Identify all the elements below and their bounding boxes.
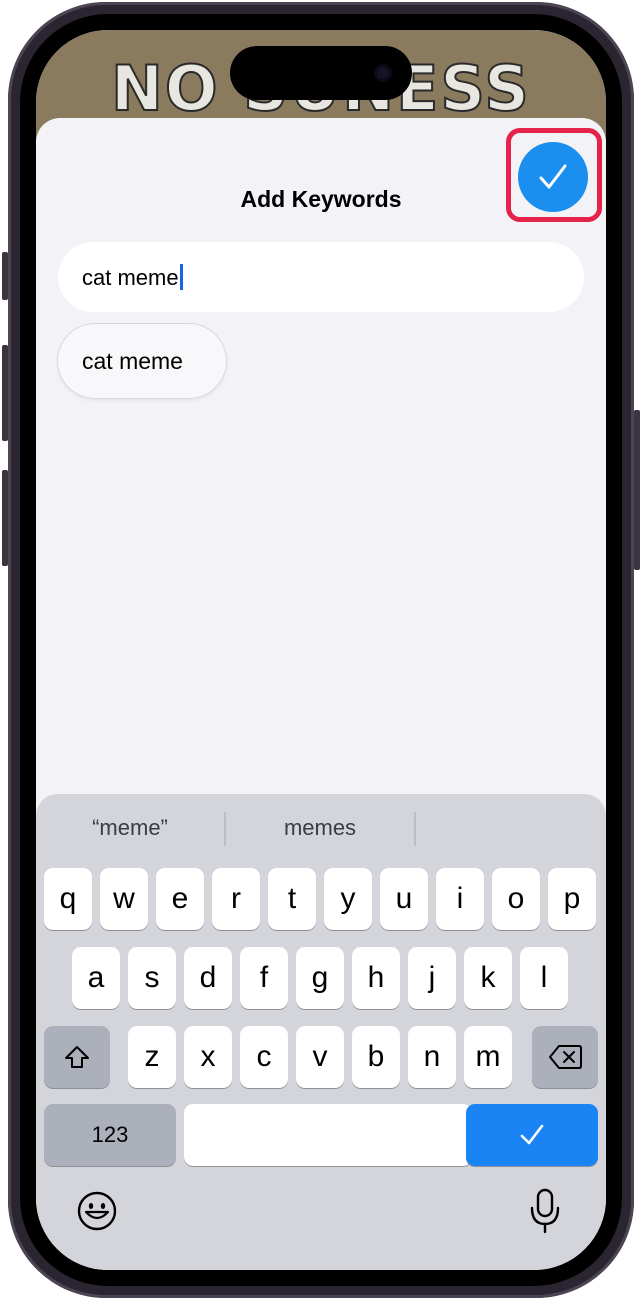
camera-icon	[374, 64, 392, 82]
key-k[interactable]: k	[464, 947, 512, 1009]
key-c[interactable]: c	[240, 1026, 288, 1088]
volume-up-button	[2, 345, 8, 441]
key-j[interactable]: j	[408, 947, 456, 1009]
key-a[interactable]: a	[72, 947, 120, 1009]
key-o[interactable]: o	[492, 868, 540, 930]
shift-key[interactable]	[44, 1026, 110, 1088]
key-s[interactable]: s	[128, 947, 176, 1009]
key-q[interactable]: q	[44, 868, 92, 930]
delete-key[interactable]	[532, 1026, 598, 1088]
text-cursor	[179, 264, 183, 290]
key-z[interactable]: z	[128, 1026, 176, 1088]
key-d[interactable]: d	[184, 947, 232, 1009]
key-l[interactable]: l	[520, 947, 568, 1009]
key-i[interactable]: i	[436, 868, 484, 930]
key-u[interactable]: u	[380, 868, 428, 930]
power-button	[634, 410, 640, 570]
key-g[interactable]: g	[296, 947, 344, 1009]
key-b[interactable]: b	[352, 1026, 400, 1088]
microphone-icon	[530, 1188, 560, 1234]
prediction-1[interactable]: “meme”	[36, 815, 224, 841]
key-w[interactable]: w	[100, 868, 148, 930]
volume-down-button	[2, 470, 8, 566]
dictation-button[interactable]	[528, 1188, 562, 1234]
prediction-divider	[414, 812, 416, 846]
emoji-button[interactable]	[76, 1190, 118, 1232]
key-t[interactable]: t	[268, 868, 316, 930]
space-key[interactable]	[184, 1104, 472, 1166]
key-f[interactable]: f	[240, 947, 288, 1009]
key-y[interactable]: y	[324, 868, 372, 930]
screen: NO SUNESS Add Keywords cat meme cat meme…	[36, 30, 606, 1270]
action-button	[2, 252, 8, 300]
checkmark-icon	[520, 1124, 544, 1145]
return-done-key[interactable]	[466, 1104, 598, 1166]
keyword-input-text: cat meme	[82, 264, 183, 291]
keyword-input-value: cat meme	[82, 265, 179, 290]
key-h[interactable]: h	[352, 947, 400, 1009]
backspace-icon	[549, 1045, 582, 1069]
key-n[interactable]: n	[408, 1026, 456, 1088]
prediction-2[interactable]: memes	[226, 815, 414, 841]
key-v[interactable]: v	[296, 1026, 344, 1088]
key-r[interactable]: r	[212, 868, 260, 930]
key-m[interactable]: m	[464, 1026, 512, 1088]
key-x[interactable]: x	[184, 1026, 232, 1088]
numbers-key[interactable]: 123	[44, 1104, 176, 1166]
shift-icon	[65, 1046, 89, 1068]
numbers-key-label: 123	[91, 1122, 129, 1147]
highlight-box	[506, 128, 602, 222]
keyword-chip-label: cat meme	[82, 348, 183, 374]
key-e[interactable]: e	[156, 868, 204, 930]
key-p[interactable]: p	[548, 868, 596, 930]
emoji-icon	[77, 1191, 117, 1231]
